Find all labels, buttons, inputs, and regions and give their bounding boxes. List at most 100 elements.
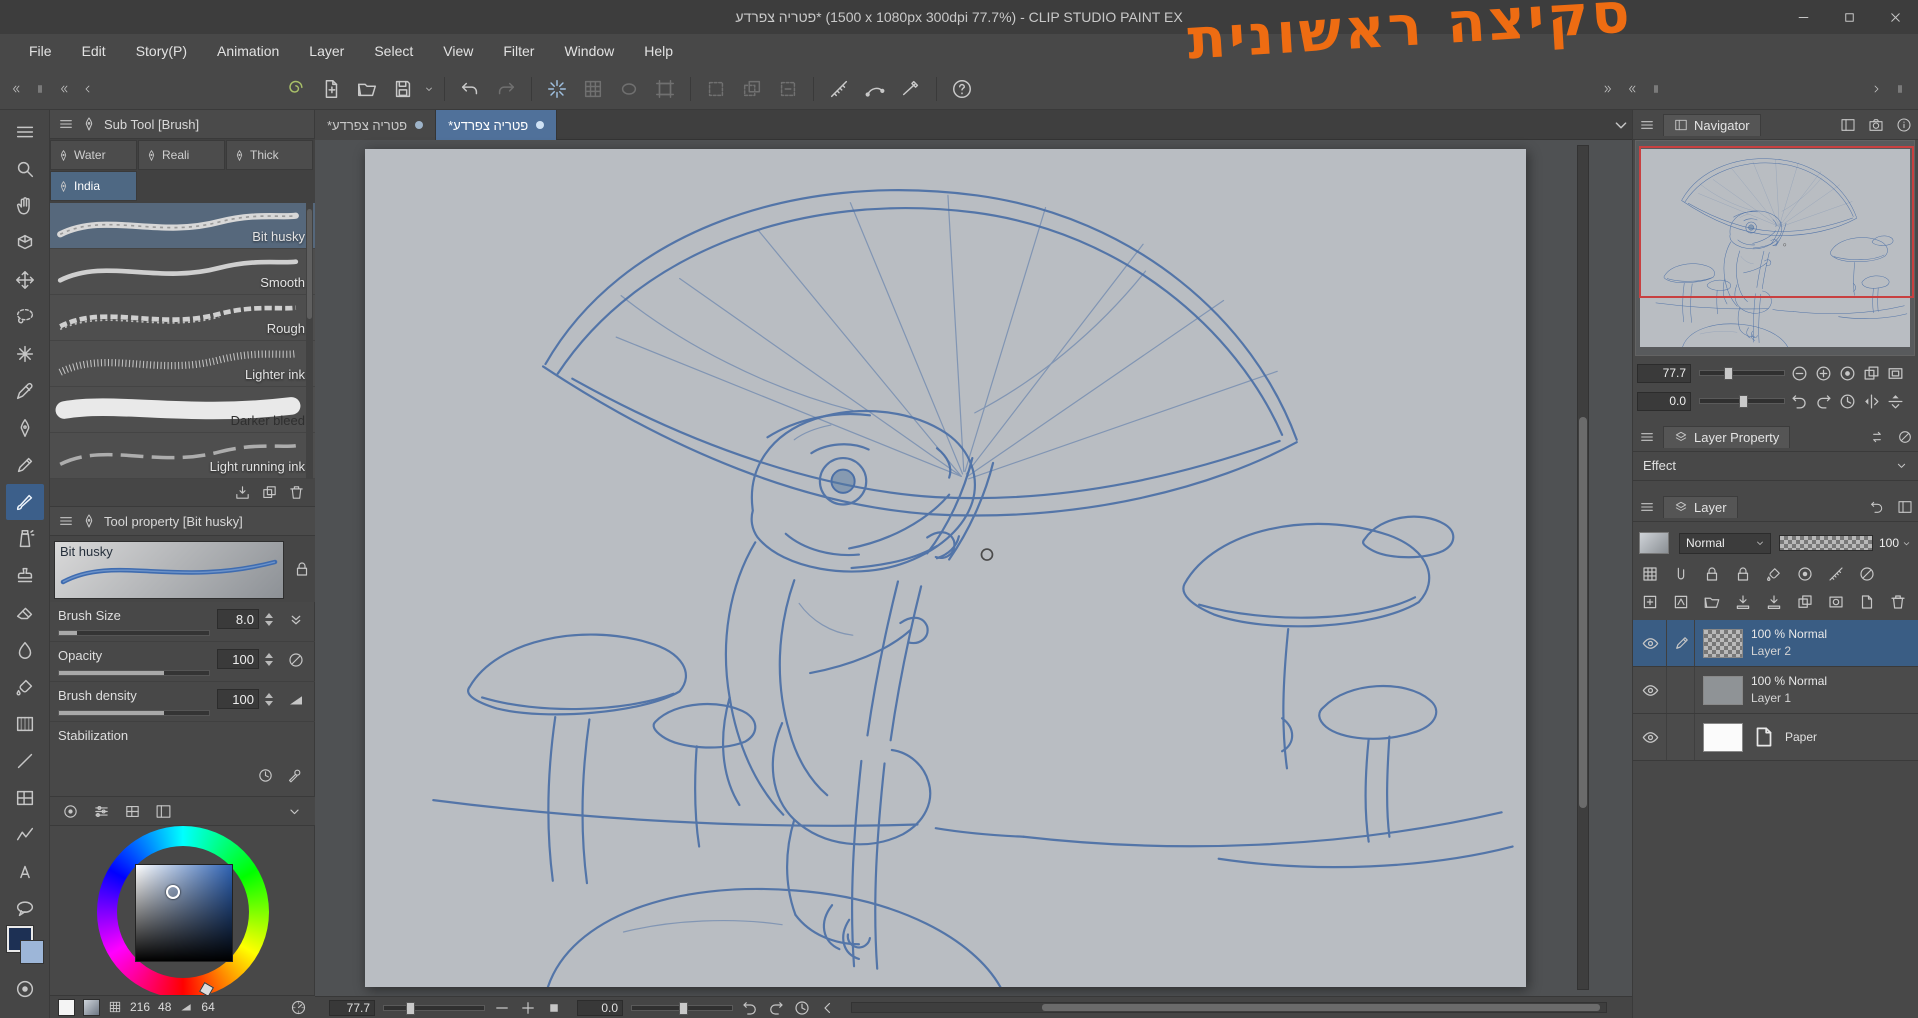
brush-density-value[interactable]: 100 (217, 689, 259, 709)
figure-tool-icon[interactable] (6, 743, 44, 779)
visibility-eye-icon[interactable] (1641, 681, 1660, 700)
import-subtool-icon[interactable] (234, 484, 251, 501)
new-raster-layer-icon[interactable] (1641, 593, 1659, 611)
nav-reset-rotation-icon[interactable] (1838, 392, 1857, 411)
navigator-preview[interactable] (1635, 140, 1915, 356)
toolstrip-menu-icon[interactable] (6, 114, 44, 150)
gradient-tool-icon[interactable] (6, 706, 44, 742)
navigator-rotation-slider[interactable] (1699, 398, 1785, 404)
layer-property-menu-icon[interactable] (1639, 429, 1655, 445)
sub-color-swatch[interactable] (20, 940, 44, 964)
navigator-view-rectangle[interactable] (1639, 146, 1914, 298)
text-tool-icon[interactable] (6, 854, 44, 890)
collapse-left-icon[interactable] (7, 80, 25, 98)
far-right-arrow-icon[interactable] (1867, 80, 1885, 98)
preset-toggle-icon[interactable] (287, 611, 305, 629)
zoom-slider[interactable] (383, 1005, 485, 1011)
effect-expand-icon[interactable] (1894, 458, 1909, 473)
subtool-menu-icon[interactable] (58, 116, 74, 132)
brush-size-stepper[interactable] (263, 609, 275, 629)
menu-layer[interactable]: Layer (294, 43, 359, 59)
layer-panel-tab[interactable]: Layer (1663, 496, 1738, 518)
help-icon[interactable] (947, 74, 977, 104)
layer-row-paper[interactable]: Paper (1633, 714, 1918, 761)
apply-mask-icon[interactable] (1858, 593, 1876, 611)
subtool-tab-reali[interactable]: Reali (138, 140, 225, 170)
fit-screen-icon[interactable] (545, 999, 563, 1017)
draft-layer-icon[interactable] (1796, 565, 1814, 583)
brush-item-smooth[interactable]: Smooth (50, 249, 315, 295)
delete-layer-icon[interactable] (1889, 593, 1907, 611)
zoom-tool-icon[interactable] (6, 151, 44, 187)
blend-tool-icon[interactable] (6, 632, 44, 668)
footer-expand-icon[interactable] (286, 803, 303, 820)
subview-icon[interactable] (1840, 117, 1856, 133)
nav-fit-window-icon[interactable] (1862, 364, 1881, 383)
lock-icon[interactable] (293, 560, 311, 578)
decoration-tool-icon[interactable] (6, 558, 44, 594)
subtool-tab-thick[interactable]: Thick (226, 140, 313, 170)
collapse-arrow-icon[interactable] (79, 80, 97, 98)
layer-opacity-value[interactable]: 100 (1879, 536, 1912, 550)
saturation-value-square[interactable] (135, 864, 233, 962)
panel-divider-right-icon[interactable] (1647, 80, 1665, 98)
selection-tool-icon[interactable] (6, 299, 44, 335)
select-layer-icon[interactable] (737, 74, 767, 104)
select-area-icon[interactable] (701, 74, 731, 104)
save-dropdown-icon[interactable] (422, 76, 436, 102)
clip-studio-icon[interactable] (280, 74, 310, 104)
layer-thumbnail[interactable] (1703, 723, 1743, 752)
canvas-vertical-scrollbar[interactable] (1577, 145, 1589, 990)
layer-combine-icon[interactable] (1641, 565, 1659, 583)
menu-view[interactable]: View (428, 43, 488, 59)
stabilization-clock-icon[interactable] (257, 767, 274, 784)
undo-icon[interactable] (455, 74, 485, 104)
nav-zoom-in-icon[interactable] (1814, 364, 1833, 383)
nav-zoom-out-icon[interactable] (1790, 364, 1809, 383)
layer-thumbnail[interactable] (1703, 629, 1743, 658)
brush-item-rough[interactable]: Rough (50, 295, 315, 341)
ruler-snap-icon[interactable] (824, 74, 854, 104)
open-file-icon[interactable] (352, 74, 382, 104)
document-tab-1[interactable]: פטריה צפרדע* (315, 110, 436, 140)
hand-tool-icon[interactable] (6, 188, 44, 224)
duplicate-layer-icon[interactable] (1796, 593, 1814, 611)
canvas-horizontal-scrollbar[interactable] (851, 1002, 1607, 1013)
footer-panel-icon[interactable] (155, 803, 172, 820)
swap-icon[interactable] (1869, 429, 1885, 445)
brush-size-value[interactable]: 8.0 (217, 609, 259, 629)
menu-story[interactable]: Story(P) (121, 43, 202, 59)
new-folder-icon[interactable] (1703, 593, 1721, 611)
layer-opacity-slider[interactable] (1779, 535, 1873, 551)
save-icon[interactable] (388, 74, 418, 104)
brush-item-lighter-ink[interactable]: Lighter ink (50, 341, 315, 387)
maximize-button[interactable] (1826, 0, 1872, 34)
far-right-divider-icon[interactable] (1891, 80, 1909, 98)
move-tool-icon[interactable] (6, 262, 44, 298)
panel-divider-icon[interactable] (31, 80, 49, 98)
menu-select[interactable]: Select (359, 43, 428, 59)
balloon-tool-icon[interactable] (6, 891, 44, 927)
navigator-tab[interactable]: Navigator (1663, 114, 1761, 136)
layer-disable-icon[interactable] (1858, 565, 1876, 583)
nav-flip-vertical-icon[interactable] (1886, 392, 1905, 411)
layer-name[interactable]: Paper (1785, 730, 1817, 744)
opacity-dynamics-icon[interactable] (287, 651, 305, 669)
layer-row-layer1[interactable]: 100 % Normal Layer 1 (1633, 667, 1918, 714)
grid-icon[interactable] (578, 74, 608, 104)
close-button[interactable] (1872, 0, 1918, 34)
shape-icon[interactable] (614, 74, 644, 104)
opacity-stepper[interactable] (263, 649, 275, 669)
subtool-tab-india[interactable]: India (50, 171, 137, 201)
object-tool-icon[interactable] (6, 225, 44, 261)
lock-transparent-icon[interactable] (1734, 565, 1752, 583)
pressure-dynamics-icon[interactable] (287, 691, 305, 709)
navigator-menu-icon[interactable] (1639, 117, 1655, 133)
eyedropper-tool-icon[interactable] (6, 373, 44, 409)
lock-layer-icon[interactable] (1703, 565, 1721, 583)
tool-settings-icon[interactable] (286, 767, 303, 784)
crop-frame-icon[interactable] (650, 74, 680, 104)
brush-item-darker-bleed[interactable]: Darker bleed (50, 387, 315, 433)
delete-subtool-icon[interactable] (288, 484, 305, 501)
menu-window[interactable]: Window (549, 43, 629, 59)
